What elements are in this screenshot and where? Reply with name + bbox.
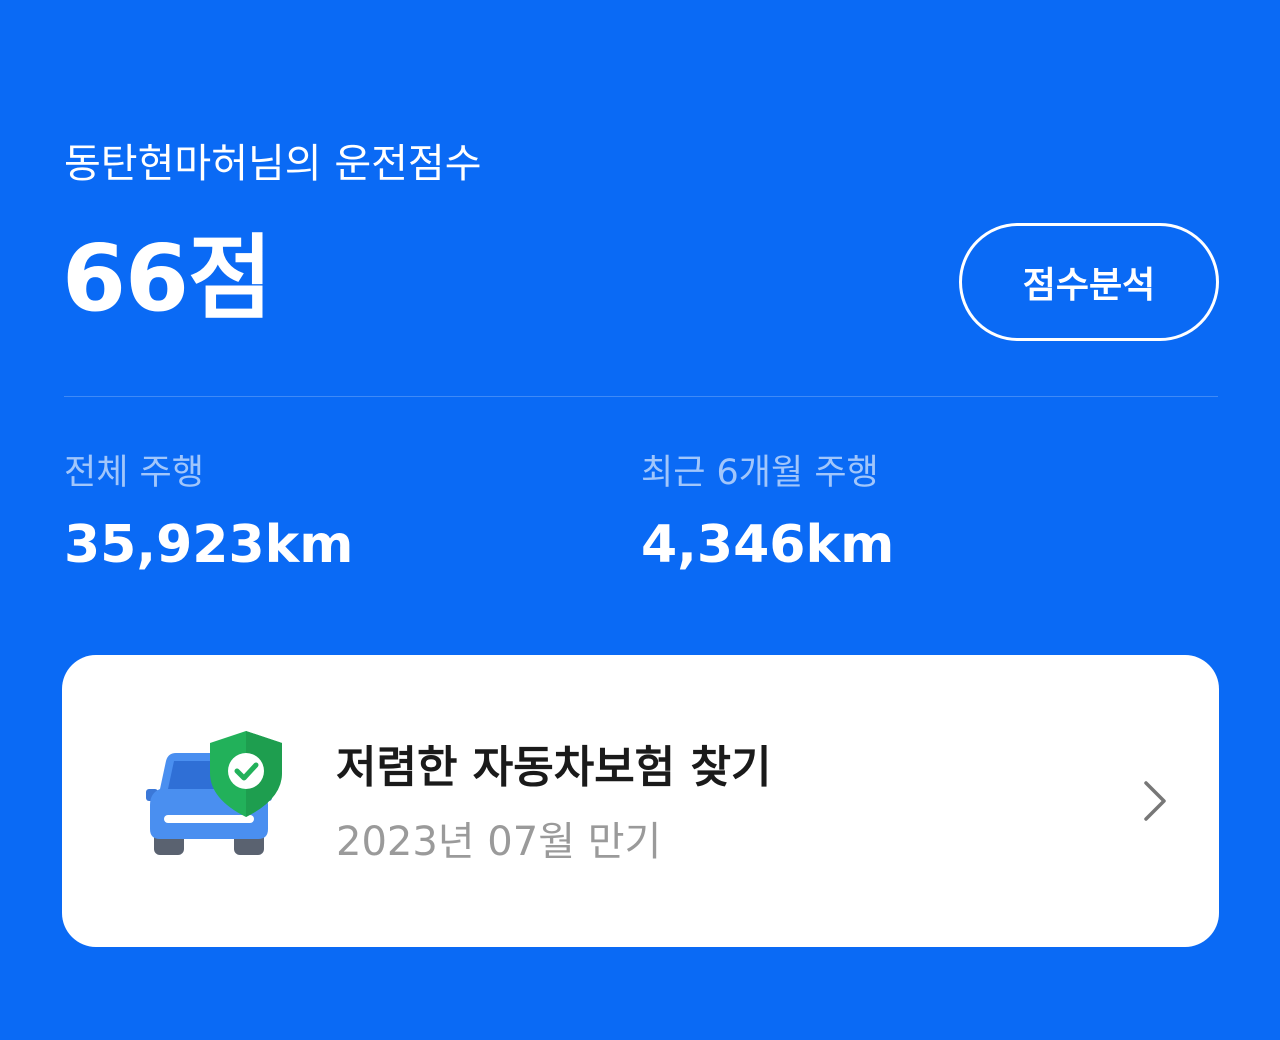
insurance-card[interactable]: 저렴한 자동차보험 찾기 2023년 07월 만기 (62, 655, 1219, 947)
section-divider (64, 396, 1218, 397)
recent-driving-label: 최근 6개월 주행 (641, 453, 879, 493)
total-driving-value: 35,923km (64, 515, 354, 575)
driving-score-value: 66점 (62, 225, 273, 332)
insurance-card-title: 저렴한 자동차보험 찾기 (336, 742, 772, 793)
recent-driving-value: 4,346km (641, 515, 895, 575)
insurance-expiry-text: 2023년 07월 만기 (336, 819, 662, 865)
score-analysis-button[interactable]: 점수분석 (959, 223, 1219, 341)
score-owner-title: 동탄현마허님의 운전점수 (64, 141, 482, 187)
chevron-right-icon[interactable] (1138, 779, 1172, 823)
total-driving-label: 전체 주행 (64, 453, 204, 493)
car-shield-icon (146, 731, 282, 855)
driving-score-page: 동탄현마허님의 운전점수 66점 점수분석 전체 주행 35,923km 최근 … (0, 0, 1280, 1040)
